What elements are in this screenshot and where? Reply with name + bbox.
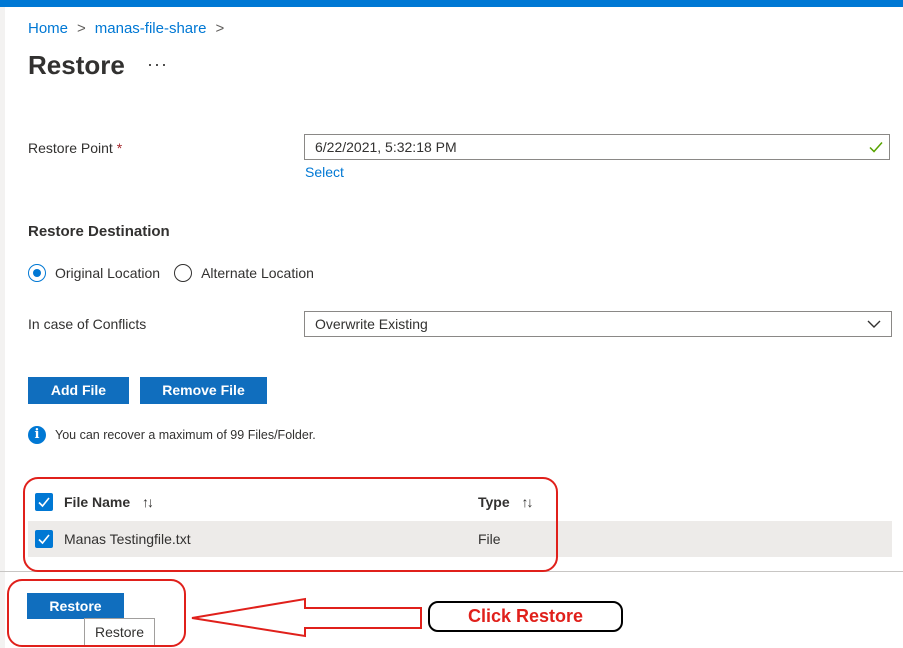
chevron-down-icon	[867, 320, 881, 328]
conflicts-label: In case of Conflicts	[28, 316, 147, 332]
breadcrumb-separator-icon: >	[215, 20, 225, 37]
breadcrumb: Home > manas-file-share >	[28, 20, 233, 37]
info-message-text: You can recover a maximum of 99 Files/Fo…	[55, 428, 316, 442]
radio-unchecked-icon	[174, 264, 193, 282]
annotation-callout: Click Restore	[428, 601, 623, 632]
breadcrumb-home[interactable]: Home	[28, 20, 68, 37]
radio-original-location-label: Original Location	[55, 265, 161, 281]
conflicts-dropdown[interactable]: Overwrite Existing	[304, 311, 892, 337]
select-all-checkbox[interactable]	[35, 493, 53, 511]
sort-icon[interactable]: ↑↓	[522, 494, 534, 510]
annotation-arrow-icon	[191, 597, 422, 638]
top-accent-bar	[0, 0, 903, 7]
info-icon: i	[28, 426, 46, 444]
column-header-file-name[interactable]: File Name ↑↓	[64, 494, 154, 510]
left-edge-strip	[0, 7, 5, 648]
checkmark-icon	[869, 142, 883, 153]
check-icon	[38, 534, 50, 545]
restore-point-label-text: Restore Point	[28, 140, 113, 156]
row-checkbox[interactable]	[35, 530, 53, 548]
table-header-row: File Name ↑↓ Type ↑↓	[28, 484, 892, 520]
radio-alternate-location-label: Alternate Location	[201, 265, 314, 281]
conflicts-selected-value: Overwrite Existing	[315, 316, 428, 332]
column-header-type[interactable]: Type ↑↓	[478, 494, 534, 510]
radio-original-location[interactable]: Original Location	[28, 264, 160, 282]
restore-destination-heading: Restore Destination	[28, 223, 170, 240]
select-restore-point-link[interactable]: Select	[305, 164, 344, 180]
radio-checked-icon	[28, 264, 46, 282]
more-options-button[interactable]: ···	[147, 54, 168, 75]
page-title: Restore	[28, 50, 125, 80]
restore-destination-radio-group: Original Location Alternate Location	[28, 264, 328, 282]
restore-point-label: Restore Point *	[28, 140, 122, 156]
remove-file-button[interactable]: Remove File	[140, 377, 267, 404]
restore-button[interactable]: Restore	[27, 593, 124, 619]
check-icon	[38, 497, 50, 508]
restore-tooltip: Restore	[84, 618, 155, 646]
restore-point-value: 6/22/2021, 5:32:18 PM	[315, 139, 457, 155]
info-message: i You can recover a maximum of 99 Files/…	[28, 426, 316, 444]
required-marker: *	[116, 140, 123, 156]
restore-point-field[interactable]: 6/22/2021, 5:32:18 PM	[304, 134, 890, 160]
breadcrumb-file-share[interactable]: manas-file-share	[95, 20, 207, 37]
table-row[interactable]: Manas Testingfile.txt File	[28, 521, 892, 557]
row-file-name: Manas Testingfile.txt	[64, 531, 191, 547]
sort-icon[interactable]: ↑↓	[142, 494, 154, 510]
add-file-button[interactable]: Add File	[28, 377, 129, 404]
column-header-file-name-label: File Name	[64, 494, 131, 510]
row-file-type: File	[478, 531, 501, 547]
radio-alternate-location[interactable]: Alternate Location	[174, 264, 314, 282]
column-header-type-label: Type	[478, 494, 510, 510]
footer-divider	[0, 571, 903, 572]
breadcrumb-separator-icon: >	[77, 20, 86, 37]
